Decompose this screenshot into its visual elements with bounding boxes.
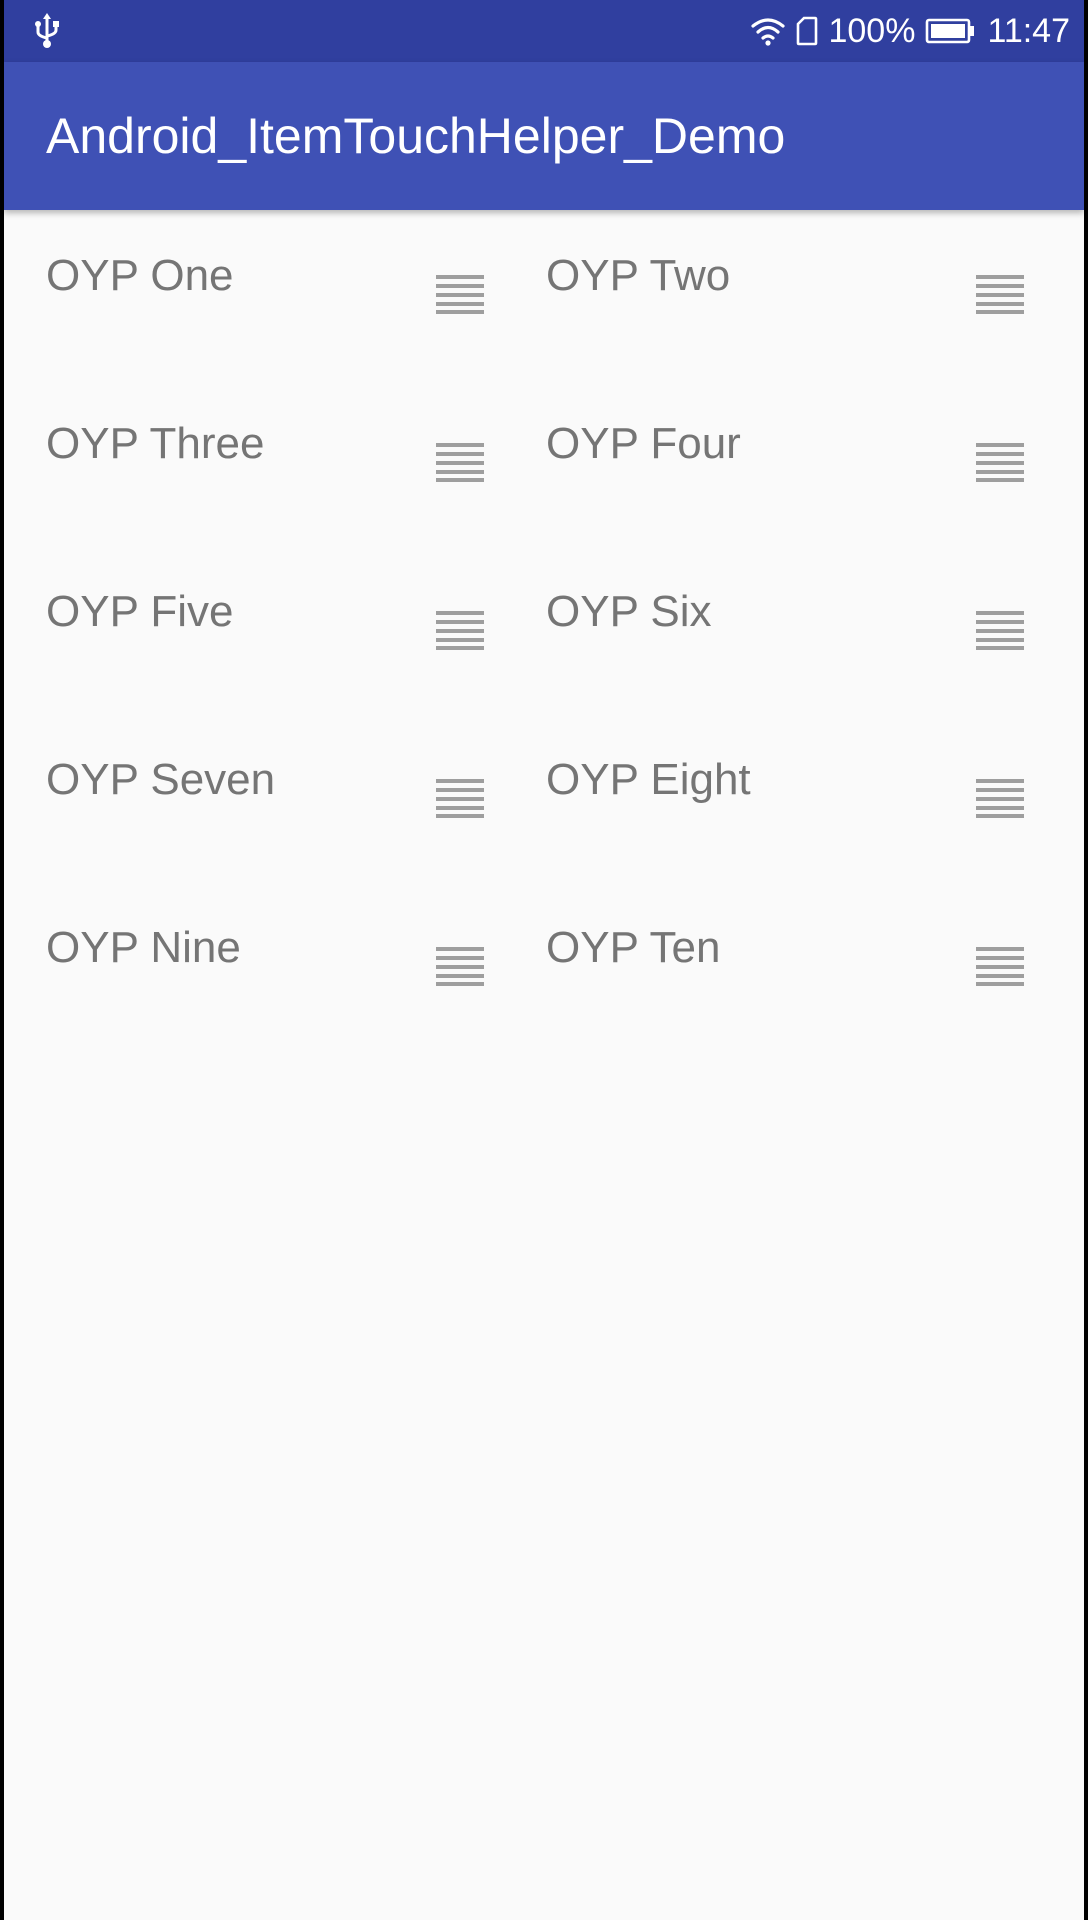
- grid-item[interactable]: OYP Ten: [544, 882, 1084, 1050]
- usb-icon: [30, 12, 64, 50]
- item-label: OYP Three: [46, 419, 265, 468]
- wifi-icon: [750, 16, 786, 46]
- drag-handle-icon[interactable]: [976, 610, 1024, 650]
- status-bar: 100% 11:47: [4, 0, 1084, 62]
- drag-handle-icon[interactable]: [976, 442, 1024, 482]
- grid-item[interactable]: OYP Five: [4, 546, 544, 714]
- item-label: OYP One: [46, 251, 234, 300]
- item-label: OYP Nine: [46, 923, 241, 972]
- battery-percent: 100%: [828, 11, 916, 50]
- drag-handle-icon[interactable]: [436, 778, 484, 818]
- item-label: OYP Ten: [546, 923, 721, 972]
- grid-item[interactable]: OYP Seven: [4, 714, 544, 882]
- app-title: Android_ItemTouchHelper_Demo: [46, 108, 786, 164]
- drag-handle-icon[interactable]: [436, 610, 484, 650]
- item-label: OYP Five: [46, 587, 234, 636]
- item-label: OYP Six: [546, 587, 712, 636]
- grid-item[interactable]: OYP Eight: [544, 714, 1084, 882]
- clock: 11:47: [987, 11, 1070, 50]
- app-screen: 100% 11:47 Android_ItemTouchHelper_Demo …: [4, 0, 1084, 1920]
- drag-handle-icon[interactable]: [436, 946, 484, 986]
- drag-handle-icon[interactable]: [976, 274, 1024, 314]
- drag-handle-icon[interactable]: [976, 946, 1024, 986]
- drag-handle-icon[interactable]: [976, 778, 1024, 818]
- sim-icon: [796, 16, 818, 46]
- item-grid: OYP One OYP Two OYP Three OYP Four OYP F…: [4, 210, 1084, 1050]
- drag-handle-icon[interactable]: [436, 442, 484, 482]
- item-label: OYP Seven: [46, 755, 276, 804]
- grid-item[interactable]: OYP Nine: [4, 882, 544, 1050]
- drag-handle-icon[interactable]: [436, 274, 484, 314]
- status-icons: 100% 11:47: [750, 0, 1070, 62]
- battery-icon: [925, 17, 977, 45]
- grid-item[interactable]: OYP Four: [544, 378, 1084, 546]
- item-label: OYP Four: [546, 419, 741, 468]
- app-bar: Android_ItemTouchHelper_Demo: [4, 62, 1084, 210]
- item-label: OYP Eight: [546, 755, 751, 804]
- grid-item[interactable]: OYP Three: [4, 378, 544, 546]
- grid-item[interactable]: OYP One: [4, 210, 544, 378]
- grid-item[interactable]: OYP Two: [544, 210, 1084, 378]
- item-label: OYP Two: [546, 251, 731, 300]
- grid-item[interactable]: OYP Six: [544, 546, 1084, 714]
